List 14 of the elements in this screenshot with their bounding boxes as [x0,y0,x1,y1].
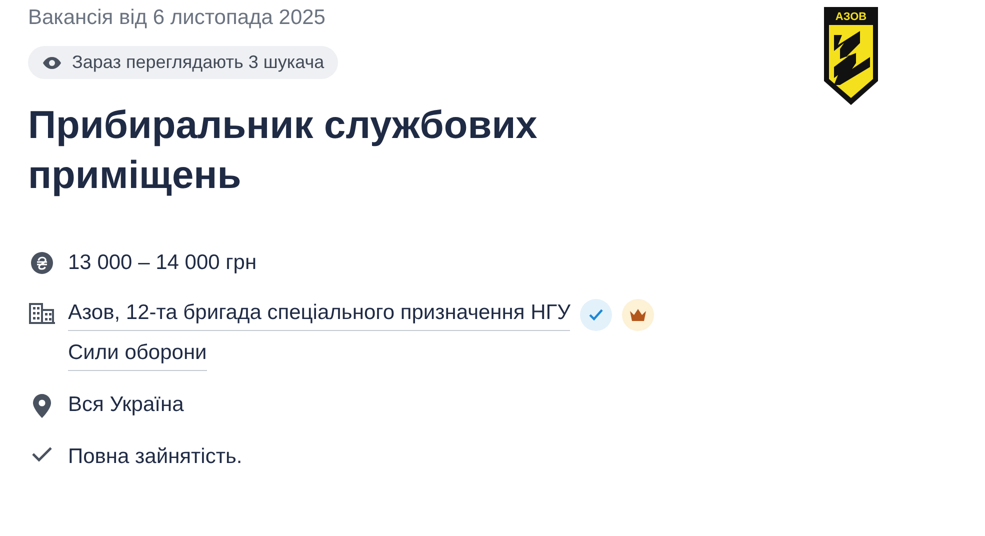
category-link[interactable]: Сили оборони [68,339,207,371]
location: Вся Україна [68,392,184,418]
building-icon [28,301,56,325]
company-link[interactable]: Азов, 12-та бригада спеціального призначення НГУ [68,299,570,331]
location-pin-icon [32,393,52,419]
posting-date: Вакансія від 6 листопада 2025 [28,5,326,31]
salary: 13 000 – 14 000 грн [68,250,257,276]
eye-icon [42,56,62,70]
employment-type: Повна зайнятість. [68,444,242,470]
hryvnia-icon [30,251,54,275]
company-logo: АЗОВ [822,5,880,107]
job-title: Прибиральник службових приміщень [28,103,538,199]
check-icon [31,445,53,463]
viewers-badge: Зараз переглядають 3 шукача [28,46,338,79]
